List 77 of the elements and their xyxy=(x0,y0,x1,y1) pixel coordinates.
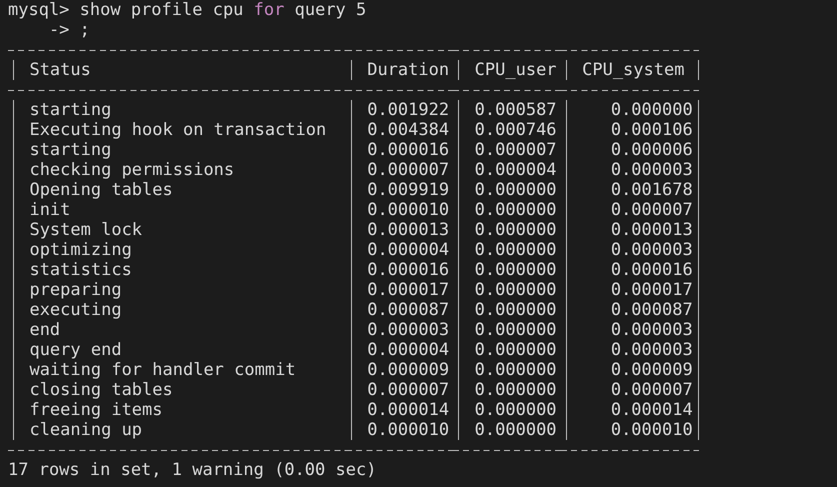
table-cell: 0.000004 xyxy=(367,240,450,260)
table-cell: 0.000007 xyxy=(474,140,557,160)
table-cell: 0.000007 xyxy=(610,200,693,220)
table-cell: preparing xyxy=(29,280,122,300)
table-cell: 0.000009 xyxy=(610,360,693,380)
table-cell: end xyxy=(29,320,60,340)
table-cell: 0.000003 xyxy=(610,340,693,360)
table-cell: 0.000013 xyxy=(610,220,693,240)
table-cell: 0.009919 xyxy=(367,180,450,200)
table-cell: 0.000004 xyxy=(367,340,450,360)
table-cell: 0.000106 xyxy=(610,120,693,140)
column-header: Duration xyxy=(367,60,450,80)
table-cell: query end xyxy=(29,340,122,360)
table-cell: 0.000003 xyxy=(367,320,450,340)
table-cell: 0.000007 xyxy=(367,160,450,180)
table-cell: 0.000017 xyxy=(610,280,693,300)
table-cell: 0.000006 xyxy=(610,140,693,160)
table-cell: starting xyxy=(29,140,112,160)
table-cell: 0.000010 xyxy=(367,200,450,220)
table-cell: 0.000000 xyxy=(474,420,557,440)
table-cell: init xyxy=(29,200,70,220)
table-cell: 0.000746 xyxy=(474,120,557,140)
table-cell: freeing items xyxy=(29,400,163,420)
command-text: ; xyxy=(80,20,90,40)
table-cell: Opening tables xyxy=(29,180,173,200)
table-cell: 0.004384 xyxy=(367,120,450,140)
table-cell: cleaning up xyxy=(29,420,142,440)
table-cell: 0.000016 xyxy=(610,260,693,280)
table-cell: 0.000003 xyxy=(610,320,693,340)
table-cell: statistics xyxy=(29,260,132,280)
table-cell: 0.001922 xyxy=(367,100,450,120)
table-cell: 0.000007 xyxy=(610,380,693,400)
table-cell: closing tables xyxy=(29,380,173,400)
table-cell: 0.000016 xyxy=(367,260,450,280)
table-cell: starting xyxy=(29,100,112,120)
table-cell: 0.000000 xyxy=(474,220,557,240)
table-cell: 0.000013 xyxy=(367,220,450,240)
table-cell: 0.000000 xyxy=(474,320,557,340)
table-cell: 0.000003 xyxy=(610,160,693,180)
table-cell: 0.000009 xyxy=(367,360,450,380)
result-summary: 17 rows in set, 1 warning (0.00 sec) xyxy=(8,460,376,480)
table-cell: 0.000000 xyxy=(474,260,557,280)
table-cell: 0.000014 xyxy=(367,400,450,420)
table-cell: waiting for handler commit xyxy=(29,360,296,380)
table-cell: 0.000000 xyxy=(610,100,693,120)
table-cell: 0.000087 xyxy=(610,300,693,320)
table-cell: 0.000003 xyxy=(610,240,693,260)
column-header: CPU_user xyxy=(474,60,557,80)
continuation-prompt: -> xyxy=(48,20,70,40)
table-cell: 0.000000 xyxy=(474,240,557,260)
table-cell: 0.000000 xyxy=(474,360,557,380)
table-cell: 0.000000 xyxy=(474,340,557,360)
command-text: show profile cpu for query 5 xyxy=(80,0,366,20)
table-cell: 0.000017 xyxy=(367,280,450,300)
table-cell: 0.001678 xyxy=(610,180,693,200)
table-cell: 0.000000 xyxy=(474,300,557,320)
table-cell: 0.000010 xyxy=(610,420,693,440)
table-cell: System lock xyxy=(29,220,142,240)
table-cell: 0.000010 xyxy=(367,420,450,440)
table-cell: 0.000007 xyxy=(367,380,450,400)
table-cell: 0.000000 xyxy=(474,180,557,200)
table-cell: 0.000000 xyxy=(474,200,557,220)
table-cell: optimizing xyxy=(29,240,132,260)
table-cell: 0.000000 xyxy=(474,380,557,400)
shell-prompt: mysql> xyxy=(8,0,70,20)
table-cell: 0.000004 xyxy=(474,160,557,180)
column-header: Status xyxy=(29,60,91,80)
table-cell: 0.000587 xyxy=(474,100,557,120)
table-cell: 0.000000 xyxy=(474,280,557,300)
table-cell: executing xyxy=(29,300,122,320)
table-cell: 0.000016 xyxy=(367,140,450,160)
table-cell: Executing hook on transaction xyxy=(29,120,326,140)
table-cell: checking permissions xyxy=(29,160,234,180)
column-header: CPU_system xyxy=(582,60,684,80)
table-cell: 0.000000 xyxy=(474,400,557,420)
table-cell: 0.000014 xyxy=(610,400,693,420)
table-cell: 0.000087 xyxy=(367,300,450,320)
